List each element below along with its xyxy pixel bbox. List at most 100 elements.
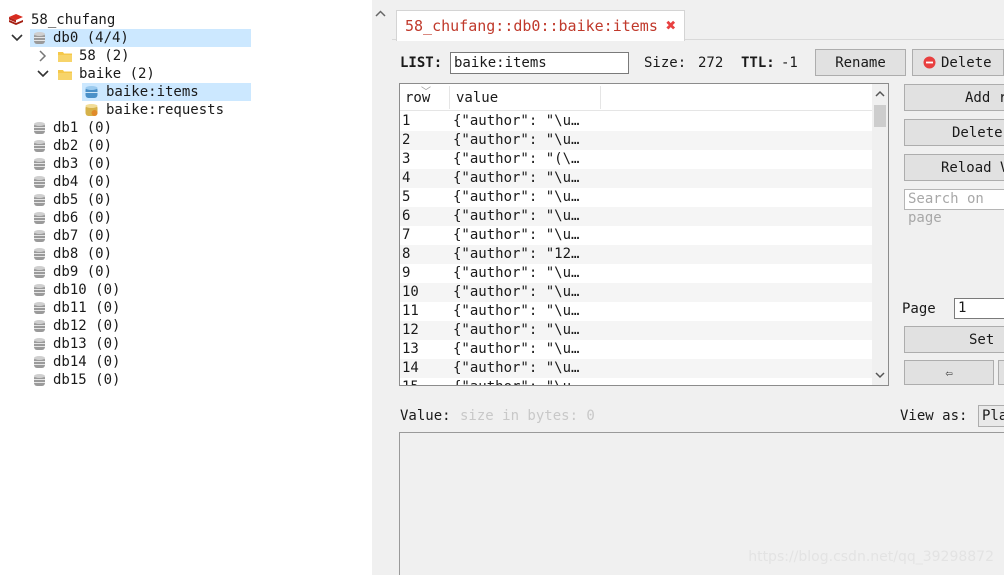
column-header-row[interactable]: row <box>405 90 430 106</box>
tree-db-node[interactable]: db12 (0) <box>30 317 122 335</box>
database-icon <box>34 338 45 350</box>
set-page-button-label: Set Page <box>969 331 1004 348</box>
database-icon <box>34 158 45 170</box>
table-row[interactable]: 15 {"author": "\u… <box>400 378 874 385</box>
tree-db-node[interactable]: db11 (0) <box>30 299 122 317</box>
table-row[interactable]: 2 {"author": "\u… <box>400 131 874 150</box>
tree-db0-node[interactable]: db0 (4/4) <box>30 29 251 47</box>
table-row[interactable]: 3 {"author": "(\… <box>400 150 874 169</box>
table-row[interactable]: 5 {"author": "\u… <box>400 188 874 207</box>
row-value: {"author": "\u… <box>453 378 579 385</box>
key-type-label: LIST: <box>400 55 443 71</box>
tree-db-node[interactable]: db5 (0) <box>30 191 114 209</box>
tree-key-baike-requests[interactable]: baike:requests <box>82 101 226 119</box>
tree-db-node[interactable]: db10 (0) <box>30 281 122 299</box>
chevron-down-icon[interactable] <box>36 65 50 83</box>
next-page-button[interactable] <box>998 360 1004 385</box>
reload-value-button[interactable]: Reload Value <box>904 154 1004 181</box>
tree-folder-baike-label: baike (2) <box>79 66 155 82</box>
database-icon <box>34 302 45 314</box>
row-value: {"author": "12… <box>453 246 580 262</box>
table-row[interactable]: 13 {"author": "\u… <box>400 340 874 359</box>
table-row[interactable]: 4 {"author": "\u… <box>400 169 874 188</box>
search-on-page-input[interactable]: Search on page <box>904 189 1004 226</box>
row-value: {"author": "\u… <box>453 113 580 129</box>
row-number: 7 <box>402 227 411 243</box>
tree-connection-node[interactable]: 58_chufang <box>8 11 117 29</box>
set-key-icon <box>85 104 98 116</box>
tree-db-node[interactable]: db4 (0) <box>30 173 114 191</box>
set-page-button[interactable]: Set Page <box>904 326 1004 353</box>
scrollbar-thumb[interactable] <box>874 105 886 127</box>
view-as-select[interactable]: Plain Text <box>978 405 1004 427</box>
chevron-down-icon[interactable] <box>875 372 885 379</box>
tree-db-node[interactable]: db3 (0) <box>30 155 114 173</box>
column-separator[interactable] <box>449 86 450 109</box>
page-label: Page <box>902 301 936 317</box>
row-number: 14 <box>402 360 419 376</box>
column-separator[interactable] <box>600 86 601 109</box>
tree-db-label: db10 (0) <box>53 282 121 298</box>
row-number: 12 <box>402 322 419 338</box>
database-icon <box>34 212 45 224</box>
table-row[interactable]: 10 {"author": "\u… <box>400 283 874 302</box>
database-icon <box>34 140 45 152</box>
row-value: {"author": "\u… <box>453 132 580 148</box>
watermark-text: https://blog.csdn.net/qq_39298872 <box>748 549 994 565</box>
key-view-panel: 58_chufang::db0::baike:items ✖ LIST: bai… <box>392 0 1004 575</box>
key-name-input[interactable]: baike:items <box>450 52 629 74</box>
database-icon <box>34 374 45 386</box>
table-row[interactable]: 12 {"author": "\u… <box>400 321 874 340</box>
view-as-label: View as: <box>900 408 968 424</box>
row-value: {"author": "\u… <box>453 208 580 224</box>
tree-scrollbar[interactable] <box>372 0 389 575</box>
tab-key-baike-items[interactable]: 58_chufang::db0::baike:items ✖ <box>396 10 686 41</box>
table-row[interactable]: 9 {"author": "\u… <box>400 264 874 283</box>
tree-key-baike-items[interactable]: baike:items <box>82 83 251 101</box>
rename-button[interactable]: Rename <box>815 49 906 76</box>
tree-db-label: db13 (0) <box>53 336 121 352</box>
tree-db-node[interactable]: db7 (0) <box>30 227 114 245</box>
tree-folder-baike[interactable]: baike (2) <box>58 65 157 83</box>
table-row[interactable]: 1 {"author": "\u… <box>400 112 874 131</box>
tree-db-node[interactable]: db13 (0) <box>30 335 122 353</box>
tree-db-node[interactable]: db2 (0) <box>30 137 114 155</box>
list-values-table[interactable]: ﹀ row value 1 {"author": "\u… 2 {"author": … <box>399 83 889 386</box>
delete-row-button[interactable]: Delete row <box>904 119 1004 146</box>
table-row[interactable]: 11 {"author": "\u… <box>400 302 874 321</box>
database-icon <box>34 176 45 188</box>
add-row-button[interactable]: Add row <box>904 84 1004 111</box>
table-row[interactable]: 14 {"author": "\u… <box>400 359 874 378</box>
tree-folder-58[interactable]: 58 (2) <box>58 47 132 65</box>
table-row[interactable]: 8 {"author": "12… <box>400 245 874 264</box>
row-value: {"author": "\u… <box>453 284 580 300</box>
row-number: 11 <box>402 303 419 319</box>
column-header-value[interactable]: value <box>456 90 498 106</box>
row-value: {"author": "(\… <box>453 151 580 167</box>
table-row[interactable]: 6 {"author": "\u… <box>400 207 874 226</box>
page-number-input[interactable]: 1 <box>954 298 1004 319</box>
row-number: 2 <box>402 132 411 148</box>
tree-db-node[interactable]: db6 (0) <box>30 209 114 227</box>
table-scrollbar[interactable] <box>872 84 888 385</box>
tree-db-node[interactable]: db9 (0) <box>30 263 114 281</box>
row-value: {"author": "\u… <box>453 265 580 281</box>
table-row[interactable]: 7 {"author": "\u… <box>400 226 874 245</box>
previous-page-button[interactable]: ⇦ <box>904 360 994 385</box>
close-icon[interactable]: ✖ <box>666 16 676 36</box>
tree-db-node[interactable]: db1 (0) <box>30 119 114 137</box>
chevron-up-icon[interactable] <box>875 90 885 97</box>
tree-db-node[interactable]: db14 (0) <box>30 353 122 371</box>
chevron-down-icon[interactable] <box>10 29 24 47</box>
row-number: 10 <box>402 284 419 300</box>
delete-icon <box>923 56 936 69</box>
chevron-right-icon[interactable] <box>36 47 50 65</box>
row-number: 3 <box>402 151 411 167</box>
delete-key-button[interactable]: Delete <box>912 49 1004 76</box>
chevron-up-icon[interactable] <box>375 10 386 17</box>
tree-db-node[interactable]: db8 (0) <box>30 245 114 263</box>
add-row-button-label: Add row <box>965 89 1004 106</box>
tree-db-label: db14 (0) <box>53 354 121 370</box>
tree-db-node[interactable]: db15 (0) <box>30 371 122 389</box>
tree-db-label: db7 (0) <box>53 228 113 244</box>
